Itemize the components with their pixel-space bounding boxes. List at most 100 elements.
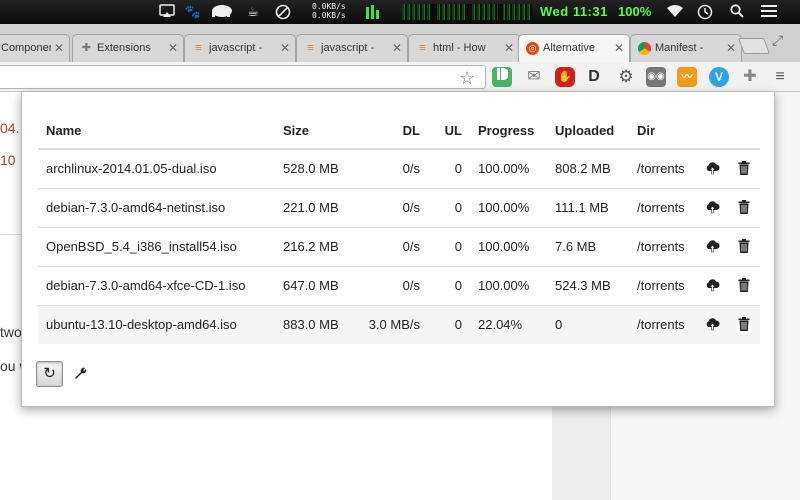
network-speed-monitor[interactable]: 0.0KB/s 0.0KB/s [312, 2, 356, 20]
torrent-progress: 100.00% [470, 187, 547, 227]
torrent-popup: Name Size DL UL Progress Uploaded Dir ar… [21, 92, 775, 407]
close-icon[interactable]: ✕ [614, 41, 624, 55]
trash-icon[interactable] [736, 317, 752, 334]
tab-componen[interactable]: Componen ✕ [0, 34, 70, 62]
tab-html-how[interactable]: ≡ html - How ✕ [408, 34, 520, 62]
torrent-name: debian-7.3.0-amd64-netinst.iso [38, 187, 275, 227]
bookmark-star-icon[interactable]: ☆ [459, 68, 475, 88]
torrent-dir: /torrents [629, 265, 696, 305]
close-icon[interactable]: ✕ [168, 41, 178, 55]
table-row[interactable]: archlinux-2014.01.05-dual.iso 528.0 MB 0… [38, 148, 760, 188]
activity-graph[interactable] [402, 4, 532, 20]
table-row[interactable]: debian-7.3.0-amd64-netinst.iso 221.0 MB … [38, 187, 760, 227]
torrent-name: archlinux-2014.01.05-dual.iso [38, 148, 275, 188]
column-header-progress[interactable]: Progress [470, 112, 547, 150]
settings-button[interactable] [70, 364, 90, 384]
column-header-dl[interactable]: DL [353, 112, 428, 150]
close-icon[interactable]: ✕ [392, 41, 402, 55]
download-speed: 0.0KB/s [312, 11, 346, 20]
new-tab-button[interactable] [738, 38, 770, 54]
torrent-dl: 0/s [353, 265, 428, 305]
column-header-size[interactable]: Size [275, 112, 353, 150]
torrent-name: debian-7.3.0-amd64-xfce-CD-1.iso [38, 265, 275, 305]
close-icon[interactable]: ✕ [54, 41, 64, 55]
upload-cloud-icon[interactable] [704, 317, 720, 333]
upload-cloud-icon[interactable] [704, 239, 720, 255]
trash-icon[interactable] [736, 277, 752, 294]
upload-cloud-icon[interactable] [704, 200, 720, 216]
puzzle-icon[interactable]: ✚ [740, 67, 760, 87]
column-header-uploaded[interactable]: Uploaded [547, 112, 629, 150]
tab-manifest[interactable]: Manifest - ✕ [630, 34, 742, 62]
tab-label: Componen [1, 42, 51, 54]
clock[interactable]: Wed 11:31 [540, 4, 608, 19]
torrent-dir: /torrents [629, 226, 696, 266]
torrent-uploaded: 524.3 MB [547, 265, 629, 305]
tab-strip: Componen ✕ ✚ Extensions ✕ ≡ javascript -… [0, 24, 800, 62]
column-header-actions [728, 112, 760, 150]
tab-label: Manifest - [655, 42, 704, 54]
mail-icon[interactable]: ✉ [524, 67, 544, 87]
close-icon[interactable]: ✕ [726, 41, 736, 55]
cpu-meter[interactable] [366, 5, 382, 19]
adblock-icon[interactable]: ✋ [555, 67, 575, 87]
torrent-size: 528.0 MB [275, 148, 353, 188]
gear-icon[interactable]: ⚙ [616, 67, 636, 87]
tab-javascript-1[interactable]: ≡ javascript - ✕ [184, 34, 296, 62]
torrent-ul: 0 [428, 265, 470, 305]
torrent-progress: 22.04% [470, 304, 547, 344]
glasses-icon[interactable]: ◉◉ [646, 67, 666, 87]
torrent-ul: 0 [428, 304, 470, 344]
window-restore-icon[interactable]: ⤢ [772, 32, 783, 49]
disconnect-icon[interactable]: D [584, 67, 604, 87]
tab-label: Extensions [97, 42, 151, 54]
upload-cloud-icon[interactable] [704, 161, 720, 177]
elephant-icon[interactable] [208, 4, 236, 20]
torrent-size: 883.0 MB [275, 304, 353, 344]
torrent-progress: 100.00% [470, 265, 547, 305]
tab-javascript-2[interactable]: ≡ javascript - ✕ [296, 34, 408, 62]
paw-icon[interactable]: 🐾 [184, 4, 202, 20]
torrent-dir: /torrents [629, 304, 696, 344]
torrent-size: 647.0 MB [275, 265, 353, 305]
trash-icon[interactable] [736, 238, 752, 255]
close-icon[interactable]: ✕ [504, 41, 514, 55]
time-machine-icon[interactable] [696, 4, 714, 20]
airplay-icon[interactable] [158, 4, 176, 20]
pushbullet-icon[interactable] [492, 67, 512, 87]
tab-alternative[interactable]: ◎ Alternative ✕ [518, 34, 630, 62]
torrent-ul: 0 [428, 148, 470, 188]
refresh-icon: ↻ [43, 365, 56, 382]
page-text-fragment: 04. [0, 120, 20, 136]
table-row[interactable]: debian-7.3.0-amd64-xfce-CD-1.iso 647.0 M… [38, 265, 760, 305]
ubuntu-icon: ◎ [526, 42, 539, 55]
coffee-cup-icon[interactable]: ☕ [244, 4, 262, 20]
table-header-row: Name Size DL UL Progress Uploaded Dir [38, 112, 760, 150]
graph-icon[interactable]: 〰 [677, 67, 697, 87]
torrent-dl: 0/s [353, 148, 428, 188]
battery-level[interactable]: 100% [618, 4, 651, 19]
tab-label: javascript - [321, 42, 375, 54]
close-icon[interactable]: ✕ [280, 41, 290, 55]
tab-extensions[interactable]: ✚ Extensions ✕ [72, 34, 184, 62]
address-bar[interactable]: ☆ [0, 65, 486, 89]
table-row[interactable]: ubuntu-13.10-desktop-amd64.iso 883.0 MB … [38, 304, 760, 344]
vimium-icon[interactable]: V [709, 67, 729, 87]
column-header-name[interactable]: Name [38, 112, 275, 150]
wifi-icon[interactable] [664, 4, 686, 20]
notifications-icon[interactable] [760, 4, 778, 20]
column-header-dir[interactable]: Dir [629, 112, 696, 150]
upload-cloud-icon[interactable] [704, 278, 720, 294]
table-row[interactable]: OpenBSD_5.4_i386_install54.iso 216.2 MB … [38, 226, 760, 266]
torrent-uploaded: 111.1 MB [547, 187, 629, 227]
refresh-button[interactable]: ↻ [36, 361, 63, 387]
torrent-name: ubuntu-13.10-desktop-amd64.iso [38, 304, 275, 344]
column-header-ul[interactable]: UL [428, 112, 470, 150]
chrome-menu-icon[interactable]: ≡ [770, 67, 790, 87]
torrent-name: OpenBSD_5.4_i386_install54.iso [38, 226, 275, 266]
trash-icon[interactable] [736, 199, 752, 216]
trash-icon[interactable] [736, 161, 752, 177]
no-sleep-icon[interactable] [274, 4, 292, 20]
stackoverflow-icon: ≡ [195, 42, 202, 54]
search-icon[interactable] [728, 4, 746, 20]
